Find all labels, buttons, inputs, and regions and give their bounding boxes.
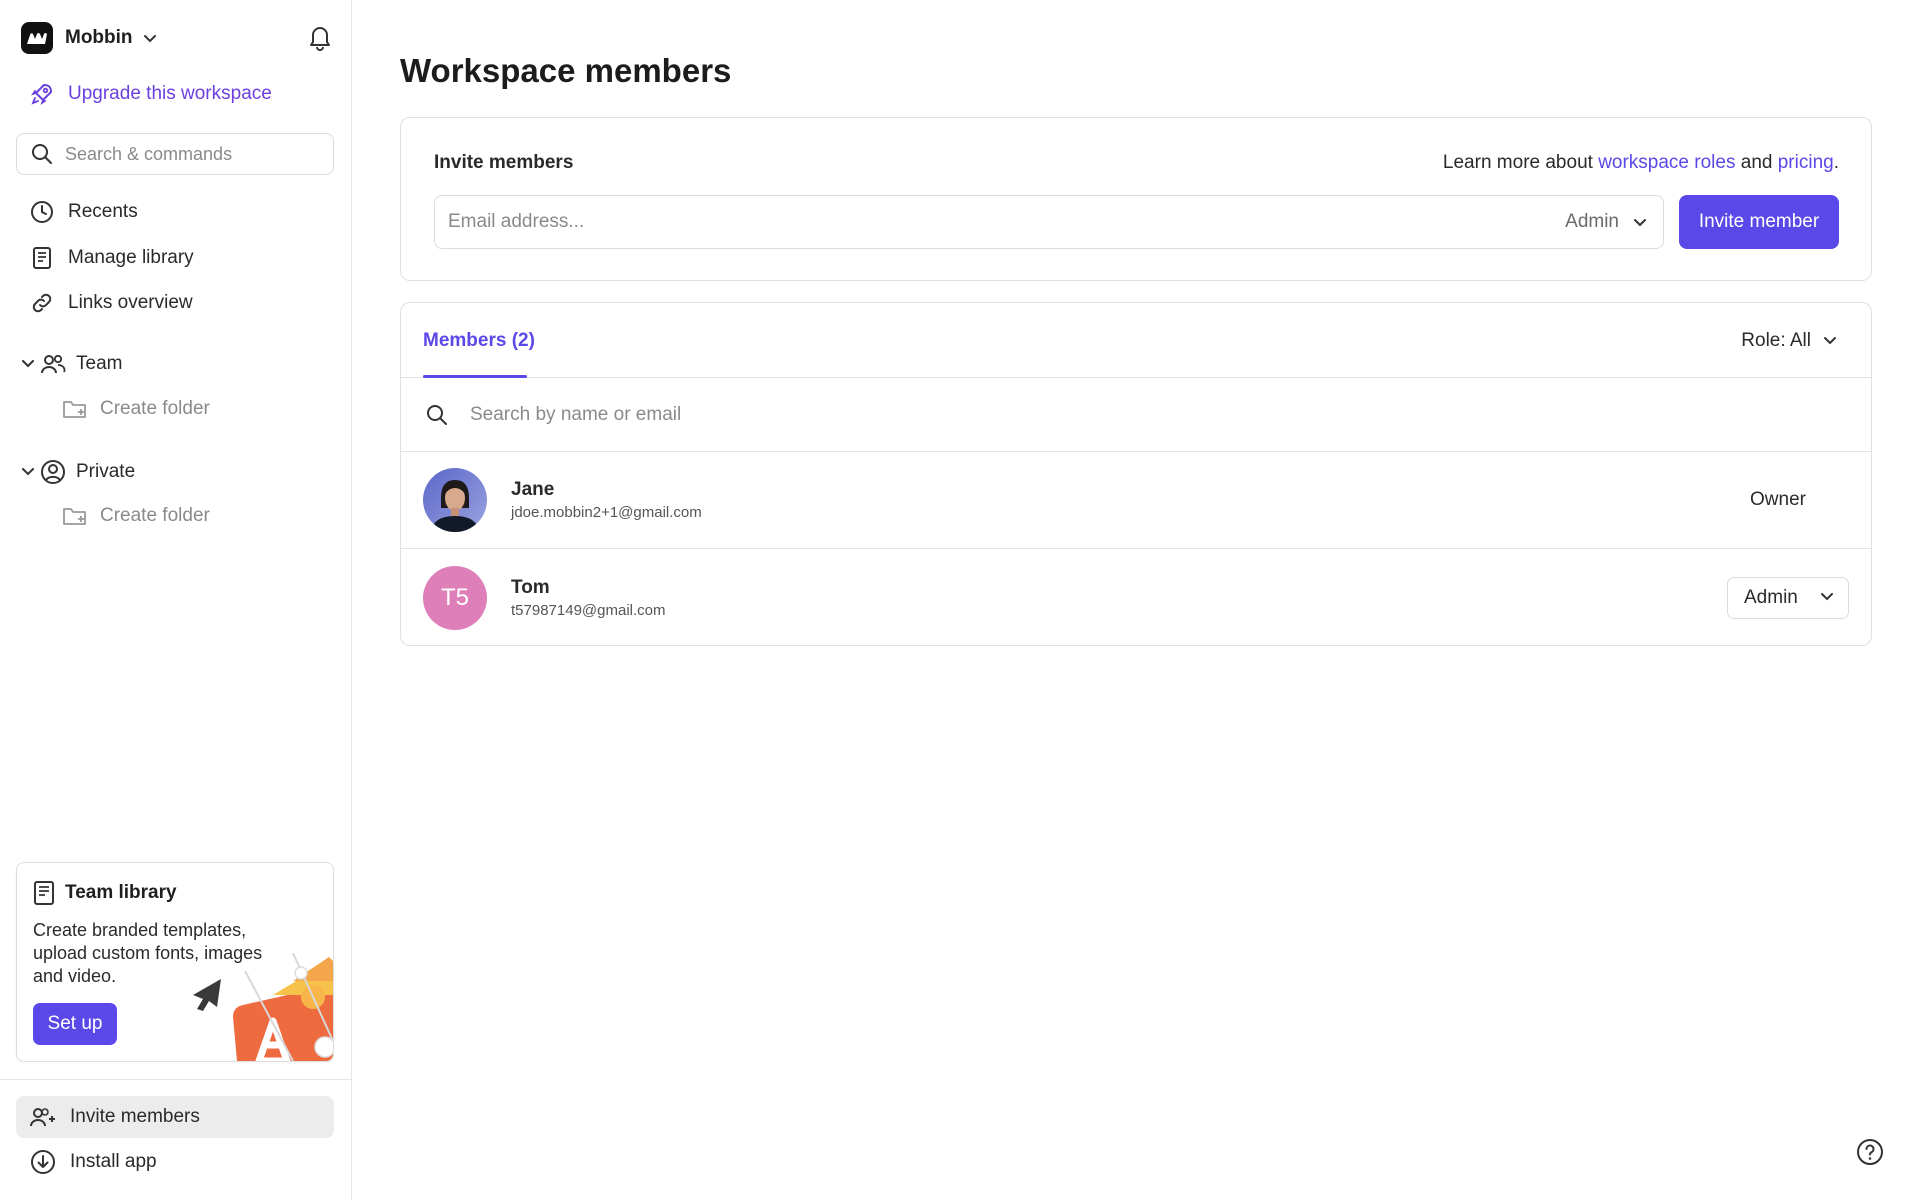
sidebar-invite-members[interactable]: Invite members bbox=[16, 1096, 334, 1138]
user-plus-icon bbox=[30, 1106, 56, 1128]
invite-member-button[interactable]: Invite member bbox=[1679, 195, 1839, 249]
pricing-link[interactable]: pricing bbox=[1778, 152, 1834, 173]
avatar: T5 bbox=[423, 565, 487, 630]
search-icon bbox=[426, 404, 448, 426]
private-create-folder[interactable]: Create folder bbox=[62, 505, 210, 527]
clock-icon bbox=[30, 200, 54, 224]
promo-illustration bbox=[173, 951, 333, 1061]
upgrade-label: Upgrade this workspace bbox=[68, 83, 272, 104]
sidebar-section-team[interactable]: Team bbox=[22, 353, 122, 375]
sidebar-section-label: Team bbox=[76, 353, 123, 374]
sidebar-item-label: Recents bbox=[68, 201, 138, 222]
role-filter-label: Role: All bbox=[1741, 329, 1811, 351]
chevron-down-icon bbox=[1633, 218, 1647, 227]
tab-members[interactable]: Members (2) bbox=[423, 303, 535, 378]
chevron-down-icon bbox=[22, 468, 34, 476]
sidebar-bottom-label: Invite members bbox=[70, 1106, 200, 1127]
sidebar-item-label: Links overview bbox=[68, 292, 193, 313]
chevron-down-icon bbox=[143, 34, 157, 43]
member-role-value: Admin bbox=[1744, 586, 1798, 608]
avatar bbox=[423, 468, 487, 532]
sidebar-bottom-label: Install app bbox=[70, 1151, 157, 1172]
member-search-input[interactable]: Search by name or email bbox=[401, 378, 1871, 452]
learn-suffix: . bbox=[1833, 152, 1839, 173]
link-icon bbox=[30, 291, 54, 315]
members-tabbar: Members (2) Role: All bbox=[401, 303, 1871, 378]
sidebar-install-app[interactable]: Install app bbox=[16, 1141, 334, 1183]
team-library-promo: Team library Create branded templates, u… bbox=[16, 862, 334, 1062]
promo-title: Team library bbox=[33, 881, 177, 905]
folder-plus-icon bbox=[62, 505, 88, 527]
invite-label: Invite members bbox=[434, 152, 574, 173]
workspace-name: Mobbin bbox=[65, 27, 133, 48]
email-input[interactable]: Email address... Admin bbox=[434, 195, 1664, 249]
sidebar-section-private[interactable]: Private bbox=[22, 459, 135, 485]
download-icon bbox=[30, 1149, 56, 1175]
workspace-switcher[interactable]: Mobbin bbox=[21, 21, 333, 55]
role-filter-dropdown[interactable]: Role: All bbox=[1741, 303, 1837, 378]
folder-plus-icon bbox=[62, 398, 88, 420]
members-card: Members (2) Role: All Search by name or … bbox=[400, 302, 1872, 646]
mobbin-logo-icon bbox=[21, 22, 53, 54]
member-info: Jane jdoe.mobbin2+1@gmail.com bbox=[511, 479, 702, 521]
learn-mid: and bbox=[1735, 152, 1778, 173]
sidebar-search-input[interactable]: Search & commands bbox=[16, 133, 334, 175]
create-folder-label: Create folder bbox=[100, 505, 210, 526]
member-email: t57987149@gmail.com bbox=[511, 601, 666, 619]
chevron-down-icon bbox=[1823, 336, 1837, 345]
member-name: Jane bbox=[511, 479, 555, 500]
team-icon bbox=[40, 353, 66, 375]
sidebar-item-label: Manage library bbox=[68, 247, 194, 268]
rocket-icon bbox=[30, 82, 54, 106]
table-row: T5 Tom t57987149@gmail.com Admin bbox=[401, 549, 1871, 645]
member-search-placeholder: Search by name or email bbox=[470, 403, 682, 425]
sidebar: Mobbin Upgrade this workspace Search & c… bbox=[0, 0, 352, 1200]
search-icon bbox=[31, 143, 53, 165]
page-title: Workspace members bbox=[400, 52, 732, 89]
learn-more-text: Learn more about workspace roles and pri… bbox=[1443, 152, 1839, 174]
email-placeholder: Email address... bbox=[448, 211, 585, 232]
user-circle-icon bbox=[40, 459, 66, 485]
create-folder-label: Create folder bbox=[100, 398, 210, 419]
chevron-down-icon bbox=[22, 360, 34, 368]
workspace-roles-link[interactable]: workspace roles bbox=[1598, 152, 1735, 173]
invite-role-select[interactable]: Admin bbox=[1565, 211, 1647, 233]
sidebar-item-links-overview[interactable]: Links overview bbox=[30, 291, 193, 315]
member-info: Tom t57987149@gmail.com bbox=[511, 577, 665, 619]
team-create-folder[interactable]: Create folder bbox=[62, 398, 210, 420]
book-icon bbox=[33, 881, 55, 905]
member-email: jdoe.mobbin2+1@gmail.com bbox=[511, 504, 702, 521]
search-placeholder: Search & commands bbox=[65, 143, 233, 164]
promo-title-text: Team library bbox=[65, 882, 177, 903]
help-icon[interactable] bbox=[1856, 1138, 1884, 1166]
sidebar-divider bbox=[0, 1079, 352, 1080]
book-icon bbox=[30, 246, 54, 270]
sidebar-item-manage-library[interactable]: Manage library bbox=[30, 246, 194, 270]
learn-prefix: Learn more about bbox=[1442, 152, 1599, 173]
sidebar-section-label: Private bbox=[76, 461, 136, 482]
member-name: Tom bbox=[511, 576, 550, 598]
invite-card: Invite members Learn more about workspac… bbox=[400, 117, 1872, 281]
member-role-label: Owner bbox=[1750, 489, 1806, 510]
table-row: Jane jdoe.mobbin2+1@gmail.com Owner bbox=[401, 452, 1871, 549]
member-role-dropdown[interactable]: Admin bbox=[1727, 576, 1849, 619]
bell-icon[interactable] bbox=[307, 23, 333, 51]
invite-role-value: Admin bbox=[1565, 211, 1619, 232]
chevron-down-icon bbox=[1820, 592, 1834, 601]
upgrade-workspace-link[interactable]: Upgrade this workspace bbox=[30, 82, 272, 106]
setup-button[interactable]: Set up bbox=[33, 1003, 117, 1045]
sidebar-item-recents[interactable]: Recents bbox=[30, 200, 138, 224]
